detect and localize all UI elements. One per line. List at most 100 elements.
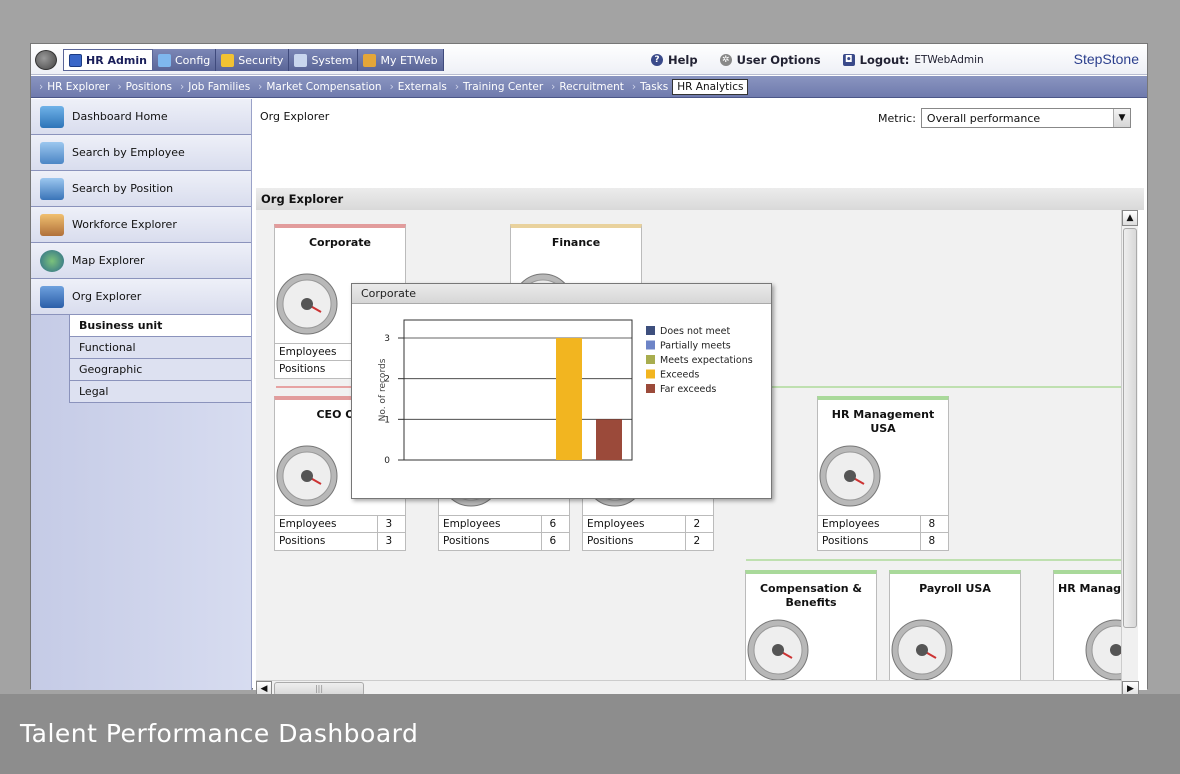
employees-value: 8 xyxy=(919,515,948,533)
tab-label: Security xyxy=(238,53,284,67)
system-icon xyxy=(294,53,308,67)
sidebar-item-workforce-explorer[interactable]: Workforce Explorer xyxy=(31,207,251,243)
sidebar-item-label: Search by Position xyxy=(72,182,174,195)
application-window: HR Admin Config Security System My ETWeb… xyxy=(30,43,1148,700)
scroll-thumb[interactable] xyxy=(1123,228,1137,628)
nav-hr-analytics[interactable]: HR Analytics xyxy=(672,78,749,95)
sidebar-subitem-functional[interactable]: Functional xyxy=(69,337,251,359)
org-card-hr-management-usa[interactable]: HR Management USA Employees 8 Positions 8 xyxy=(817,396,949,551)
employees-label: Employees xyxy=(275,515,377,533)
sidebar-item-search-position[interactable]: Search by Position xyxy=(31,171,251,207)
tab-config[interactable]: Config xyxy=(152,49,217,71)
tab-my-etweb[interactable]: My ETWeb xyxy=(358,49,444,71)
positions-value: 2 xyxy=(684,532,713,550)
legend-swatch xyxy=(646,340,655,350)
nav-tasks[interactable]: Tasks xyxy=(628,81,672,93)
tab-label: My ETWeb xyxy=(380,53,438,67)
nav-positions[interactable]: Positions xyxy=(113,81,176,93)
nav-training-center[interactable]: Training Center xyxy=(451,81,547,93)
org-card-hr-management-2[interactable]: HR Manag Employees xyxy=(1053,570,1121,680)
positions-value: 8 xyxy=(919,532,948,550)
username: ETWebAdmin xyxy=(914,54,984,66)
org-icon xyxy=(40,285,64,308)
legend-swatch xyxy=(646,326,655,335)
nav-recruitment[interactable]: Recruitment xyxy=(547,81,628,93)
module-tabs: HR Admin Config Security System My ETWeb xyxy=(35,49,444,71)
metric-dropdown[interactable]: Overall performance ▼ xyxy=(920,108,1131,128)
nav-externals[interactable]: Externals xyxy=(386,81,451,93)
employees-label: Employees xyxy=(439,515,541,533)
sidebar-item-label: Dashboard Home xyxy=(72,110,168,123)
my-etweb-icon xyxy=(363,53,377,67)
legend-label: Does not meet xyxy=(660,326,730,337)
positions-value: 6 xyxy=(540,532,569,550)
home-icon[interactable] xyxy=(35,50,57,70)
tab-system[interactable]: System xyxy=(289,49,359,71)
chevron-down-icon[interactable]: ▼ xyxy=(1112,109,1130,127)
card-title: HR Management USA xyxy=(831,408,935,435)
card-stats: Employees 8 Positions 8 xyxy=(818,515,948,550)
legend-swatch xyxy=(646,355,655,364)
sidebar-item-dashboard-home[interactable]: Dashboard Home xyxy=(31,99,251,135)
logout-icon: ◘ xyxy=(842,54,855,66)
gauge-icon xyxy=(747,619,809,680)
bar-exceeds xyxy=(556,338,582,460)
vertical-scrollbar[interactable]: ▲ ▼ xyxy=(1121,210,1138,700)
org-card-compensation-benefits[interactable]: Compensation & Benefits Employees4 xyxy=(745,570,877,680)
module-nav: HR Explorer Positions Job Families Marke… xyxy=(31,76,1147,98)
connector-line xyxy=(746,559,1121,561)
legend-swatch xyxy=(646,384,655,393)
logout-link[interactable]: ◘ Logout: ETWebAdmin xyxy=(842,53,984,67)
scroll-up-icon[interactable]: ▲ xyxy=(1122,210,1138,226)
sidebar-item-search-employee[interactable]: Search by Employee xyxy=(31,135,251,171)
gauge-icon xyxy=(276,445,338,507)
help-link[interactable]: ? Help xyxy=(651,53,698,67)
gear-icon: ✲ xyxy=(719,54,732,66)
y-axis-label: No. of records xyxy=(378,358,388,421)
brand-logo: StepStone xyxy=(1073,51,1139,67)
sidebar-item-map-explorer[interactable]: Map Explorer xyxy=(31,243,251,279)
nav-job-families[interactable]: Job Families xyxy=(176,81,254,93)
sidebar: Dashboard Home Search by Employee Search… xyxy=(31,99,252,690)
sidebar-subitem-legal[interactable]: Legal xyxy=(69,381,251,403)
card-stats: Employees 6 Positions 6 xyxy=(439,515,569,550)
search-employee-icon xyxy=(40,141,64,164)
search-position-icon xyxy=(40,177,64,200)
user-options-label: User Options xyxy=(736,53,821,67)
card-title: Payroll USA xyxy=(919,582,991,595)
legend-label: Far exceeds xyxy=(660,384,716,395)
tab-label: Config xyxy=(174,53,211,67)
nav-hr-explorer[interactable]: HR Explorer xyxy=(35,81,113,93)
positions-label: Positions xyxy=(275,532,377,550)
y-tick-label: 0 xyxy=(384,456,390,466)
top-bar: HR Admin Config Security System My ETWeb… xyxy=(31,44,1147,75)
dashboard-home-icon xyxy=(40,105,64,128)
card-stats: Employees 2 Positions 2 xyxy=(583,515,713,550)
positions-value: 3 xyxy=(376,532,405,550)
tab-hr-admin[interactable]: HR Admin xyxy=(63,49,153,71)
gauge-icon xyxy=(891,619,953,680)
chart-popup: Corporate 0 1 2 3 No. of records Does not mee… xyxy=(351,283,772,499)
tab-security[interactable]: Security xyxy=(216,49,290,71)
sidebar-subitem-business-unit[interactable]: Business unit xyxy=(69,315,251,337)
org-card-payroll-usa[interactable]: Payroll USA Employees4 xyxy=(889,570,1021,680)
employees-label: Employees xyxy=(818,515,920,533)
metric-label: Metric: xyxy=(878,111,916,125)
tab-label: HR Admin xyxy=(86,53,147,67)
user-options-link[interactable]: ✲ User Options xyxy=(719,53,821,67)
nav-market-compensation[interactable]: Market Compensation xyxy=(254,81,385,93)
logout-label: Logout: xyxy=(859,53,910,67)
legend-label: Meets expectations xyxy=(660,355,753,366)
card-stats: Employees 3 Positions 3 xyxy=(275,515,405,550)
tab-label: System xyxy=(311,53,353,67)
sidebar-subitem-geographic[interactable]: Geographic xyxy=(69,359,251,381)
metric-value: Overall performance xyxy=(926,111,1041,125)
workforce-icon xyxy=(40,213,64,236)
sidebar-item-org-explorer[interactable]: Org Explorer xyxy=(31,279,251,315)
employees-value: 2 xyxy=(684,515,713,533)
popup-title: Corporate xyxy=(352,284,771,304)
sidebar-item-label: Org Explorer xyxy=(72,290,142,303)
card-title: Corporate xyxy=(308,236,372,249)
positions-label: Positions xyxy=(818,532,920,550)
help-label: Help xyxy=(668,53,698,67)
